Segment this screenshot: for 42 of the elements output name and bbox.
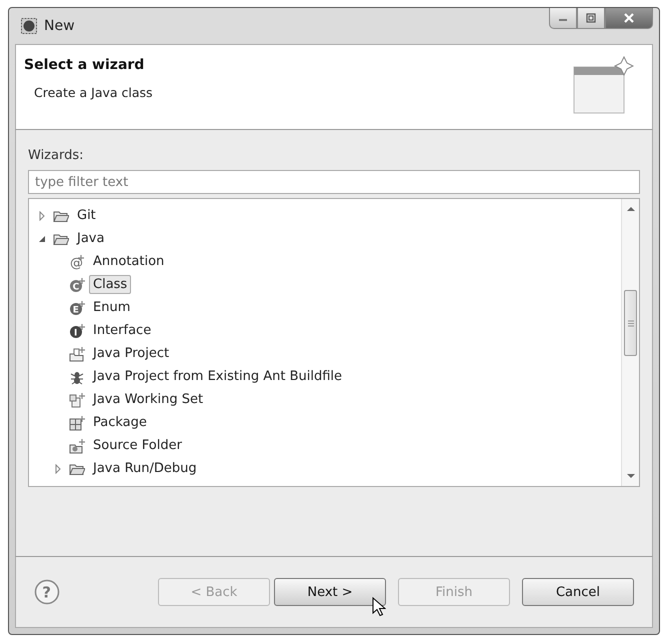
tree-item[interactable]: Interface (89, 321, 156, 340)
scroll-down-icon (626, 473, 634, 479)
tree-item[interactable]: Java Run/Debug (89, 459, 201, 478)
tree-item[interactable]: Class (89, 275, 132, 294)
collapse-arrow-icon[interactable] (37, 234, 47, 244)
tree-item[interactable]: Enum (89, 298, 134, 317)
tree-item[interactable]: Source Folder (89, 436, 186, 455)
app-icon (21, 18, 37, 34)
maximize-button[interactable] (577, 8, 605, 29)
expand-arrow-icon[interactable] (53, 464, 63, 474)
maximize-icon (586, 13, 596, 23)
scroll-up-icon (626, 206, 634, 212)
page-description: Create a Java class (34, 85, 153, 100)
tree-item[interactable]: Annotation (89, 252, 168, 271)
minimize-button[interactable] (549, 8, 577, 29)
wizard-button[interactable]: Cancel (522, 578, 634, 606)
tree-item[interactable]: Git (73, 206, 100, 225)
tree-item[interactable]: Java Working Set (89, 390, 208, 409)
help-icon[interactable]: ? (34, 579, 60, 605)
stacked-pages-icon (69, 392, 85, 408)
close-button[interactable] (605, 8, 653, 29)
wizards-label: Wizards: (28, 148, 84, 163)
tree-item[interactable]: Java Project (89, 344, 174, 363)
package-icon (69, 414, 85, 430)
tree-item[interactable]: Package (89, 413, 151, 432)
window-title: New (44, 18, 75, 34)
scrollbar[interactable] (621, 199, 639, 486)
project-folder-icon (69, 346, 85, 362)
circle-e-icon: E (69, 300, 85, 316)
mouse-pointer-icon (372, 597, 386, 617)
page-title: Select a wizard (24, 57, 146, 73)
expand-arrow-icon[interactable] (37, 210, 47, 220)
filter-field[interactable]: type filter text (28, 170, 640, 194)
circle-c-icon: C (69, 276, 85, 292)
tree-item[interactable]: Java Project from Existing Ant Buildfile (89, 367, 346, 386)
grip-icon (628, 320, 634, 326)
close-icon (623, 13, 635, 23)
scroll-thumb[interactable] (624, 290, 637, 356)
source-folder-icon (69, 438, 85, 454)
wizard-button[interactable]: Next > (274, 578, 386, 606)
tree-item[interactable]: Java (73, 229, 108, 248)
circle-i-icon: I (69, 322, 85, 338)
